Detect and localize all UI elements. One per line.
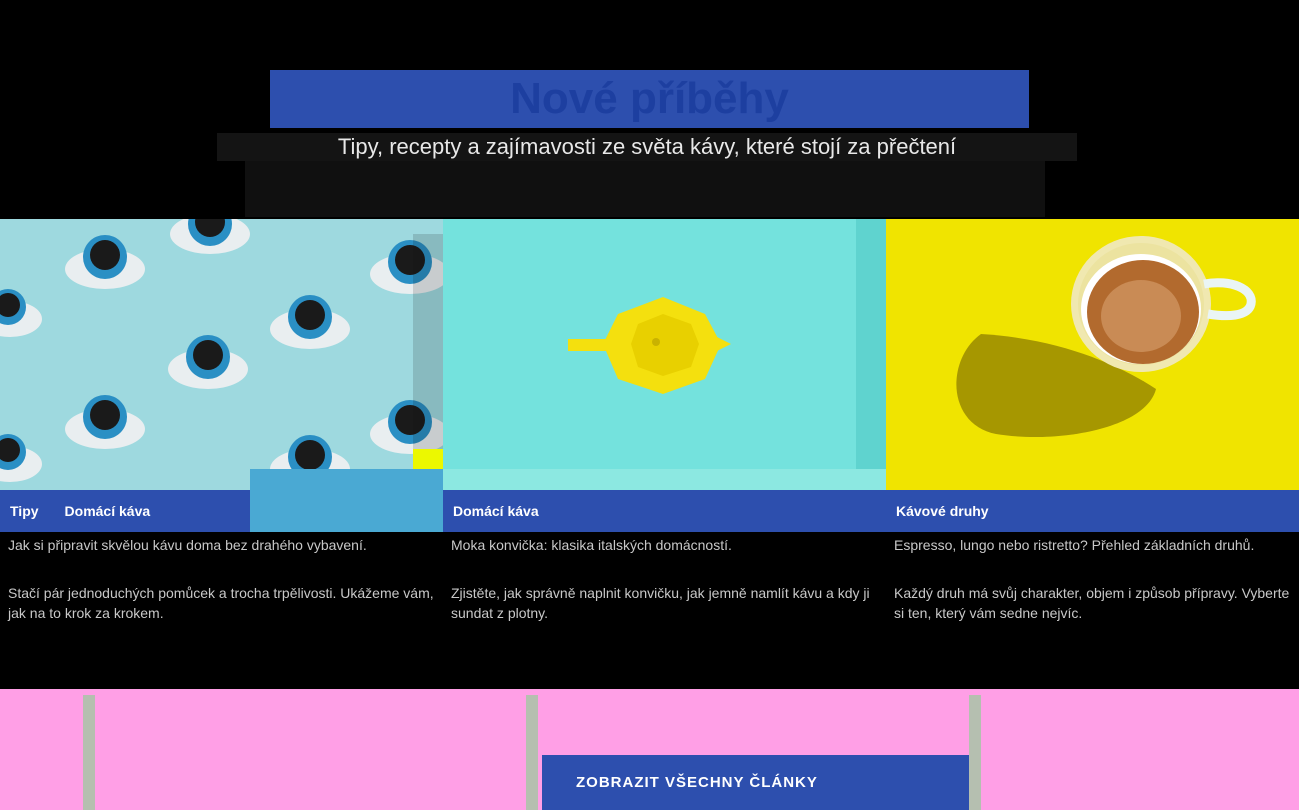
article-list: Tipy Domácí káva Jak si připravit skvělo… xyxy=(0,219,1299,689)
tag-domaci-kava[interactable]: Domácí káva xyxy=(55,503,167,519)
tag-bar-extension xyxy=(250,490,443,532)
show-all-articles-button[interactable]: ZOBRAZIT VŠECHNY ČLÁNKY xyxy=(542,755,969,810)
article-image-espresso[interactable] xyxy=(886,219,1299,490)
article-excerpt-body: Zjistěte, jak správně naplnit konvičku, … xyxy=(451,585,870,621)
tag-domaci-kava[interactable]: Domácí káva xyxy=(443,503,555,519)
tag-tipy[interactable]: Tipy xyxy=(0,503,55,519)
page-subtitle: Tipy, recepty a zajímavosti ze světa káv… xyxy=(217,133,1077,161)
tag-kavove-druhy[interactable]: Kávové druhy xyxy=(886,503,1005,519)
article-image-moka[interactable] xyxy=(443,219,886,490)
article-excerpt: Espresso, lungo nebo ristretto? Přehled … xyxy=(886,535,1299,651)
article-tags: Tipy Domácí káva xyxy=(0,490,250,532)
strip-divider xyxy=(969,695,981,810)
strip-divider xyxy=(83,695,95,810)
espresso-cup-illustration xyxy=(886,219,1299,490)
article-excerpt-body: Stačí pár jednoduchých pomůcek a trocha … xyxy=(8,585,434,621)
page-title: Nové příběhy xyxy=(270,70,1029,128)
article-excerpt-body: Každý druh má svůj charakter, objem i zp… xyxy=(894,585,1290,621)
article-excerpt-lead: Jak si připravit skvělou kávu doma bez d… xyxy=(8,537,367,553)
strip-divider xyxy=(526,695,538,810)
article-excerpt: Moka konvička: klasika italských domácno… xyxy=(443,535,886,651)
subtitle-shadow xyxy=(245,161,1045,217)
moka-pot-illustration xyxy=(443,219,886,490)
article-card[interactable]: Domácí káva Moka konvička: klasika itals… xyxy=(443,219,886,689)
article-excerpt-lead: Moka konvička: klasika italských domácno… xyxy=(451,537,732,553)
article-card[interactable]: Tipy Domácí káva Jak si připravit skvělo… xyxy=(0,219,443,689)
article-tags: Kávové druhy xyxy=(886,490,1299,532)
article-tags: Domácí káva xyxy=(443,490,886,532)
article-image-cups[interactable] xyxy=(0,219,443,490)
article-card[interactable]: Kávové druhy Espresso, lungo nebo ristre… xyxy=(886,219,1299,689)
article-excerpt-lead: Espresso, lungo nebo ristretto? Přehled … xyxy=(894,537,1255,553)
cups-pattern-illustration xyxy=(0,219,443,490)
article-excerpt: Jak si připravit skvělou kávu doma bez d… xyxy=(0,535,443,651)
